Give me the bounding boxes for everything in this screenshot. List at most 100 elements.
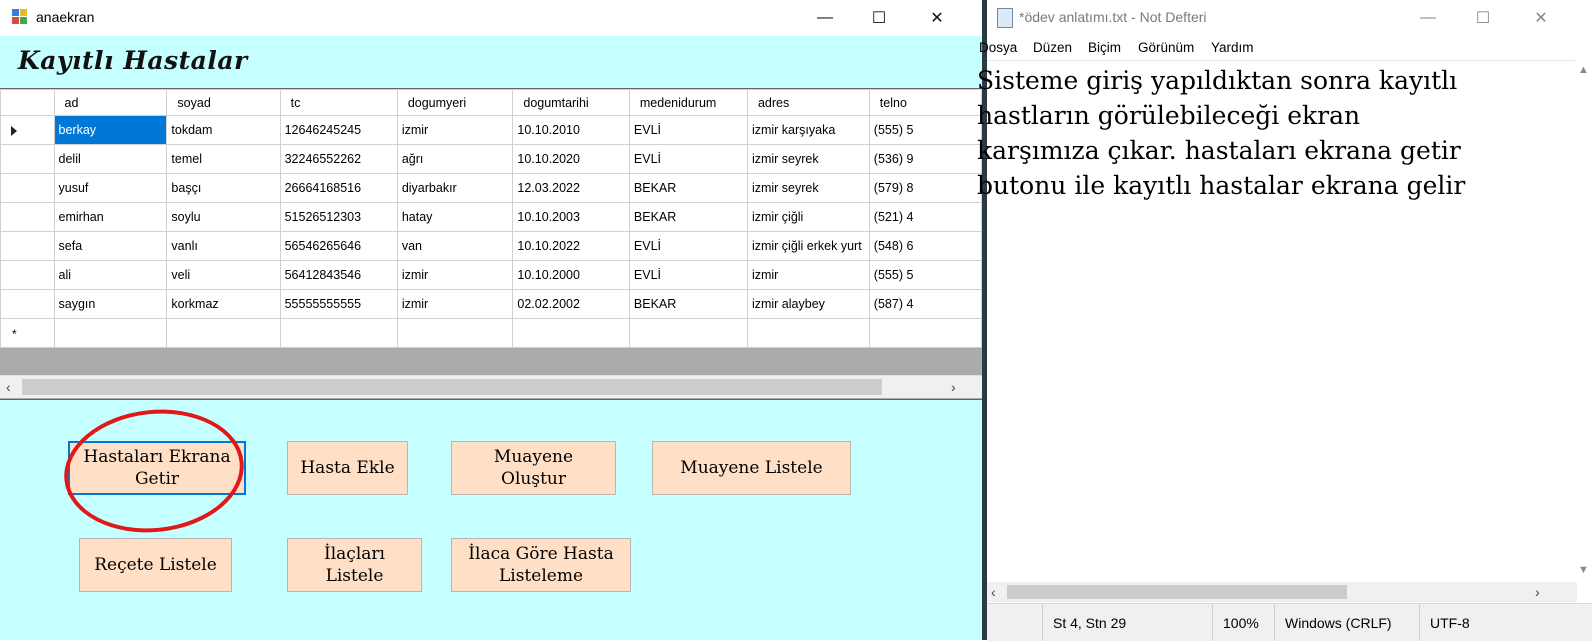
cell-ad[interactable]: sefa [53,231,168,261]
scroll-right-icon[interactable]: › [1535,584,1540,600]
cell-tc[interactable]: 56546265646 [279,231,398,261]
table-row[interactable]: saygın korkmaz 55555555555 izmir 02.02.2002 B… [0,289,982,319]
cell-dogumtarihi[interactable]: 10.10.2003 [512,202,630,232]
cell-medenidurum[interactable]: BEKAR [628,202,748,232]
cell-dogumyeri[interactable]: ağrı [396,144,514,174]
hasta-ekle-button[interactable]: Hasta Ekle [287,441,408,495]
notepad-minimize-button[interactable]: — [1399,0,1457,36]
column-header-medenidurum[interactable]: medenidurum [628,89,748,116]
minimize-button[interactable]: — [796,0,854,36]
column-header-soyad[interactable]: soyad [166,89,281,116]
row-header[interactable] [0,231,55,261]
cell-soyad[interactable]: soylu [166,202,281,232]
column-header-ad[interactable]: ad [53,89,168,116]
cell-adres[interactable]: izmir çiğli [746,202,870,232]
recete-listele-button[interactable]: Reçete Listele [79,538,232,592]
menu-dosya[interactable]: Dosya [979,40,1017,55]
cell-ad[interactable]: berkay [53,115,168,145]
cell-tc[interactable]: 12646245245 [279,115,398,145]
scroll-up-icon[interactable]: ▲ [1578,64,1589,76]
cell-dogumyeri[interactable]: izmir [396,115,514,145]
muayene-olustur-button[interactable]: Muayene Oluştur [451,441,616,495]
grid-horizontal-scrollbar[interactable]: ‹ › [0,375,982,398]
notepad-editor[interactable]: Sisteme giriş yapıldıktan sonra kayıtlı … [977,60,1577,581]
cell-soyad[interactable]: korkmaz [166,289,281,319]
cell-adres[interactable]: izmir alaybey [746,289,870,319]
notepad-title-bar[interactable]: *ödev anlatımı.txt - Not Defteri — ☐ ✕ [987,0,1592,36]
cell-soyad[interactable]: başçı [166,173,281,203]
maximize-button[interactable]: ☐ [850,0,908,36]
cell-dogumtarihi[interactable]: 12.03.2022 [512,173,630,203]
cell-dogumyeri[interactable] [396,318,514,348]
table-row[interactable]: delil temel 32246552262 ağrı 10.10.2020 EVLİ i… [0,144,982,174]
column-header-adres[interactable]: adres [746,89,870,116]
cell-dogumtarihi[interactable]: 02.02.2002 [512,289,630,319]
title-bar[interactable]: anaekran — ☐ ✕ [0,0,982,36]
scroll-left-icon[interactable]: ‹ [6,379,11,395]
scroll-down-icon[interactable]: ▼ [1578,564,1589,576]
muayene-listele-button[interactable]: Muayene Listele [652,441,851,495]
row-header[interactable]: * [0,318,55,348]
patients-grid[interactable]: ad soyad tc dogumyeri dogumtarihi medeni… [0,88,982,400]
cell-dogumyeri[interactable]: izmir [396,289,514,319]
cell-soyad[interactable] [166,318,281,348]
menu-duzen[interactable]: Düzen [1033,40,1072,55]
new-row[interactable]: * [0,318,982,348]
close-button[interactable]: ✕ [908,0,966,36]
scroll-thumb[interactable] [1007,585,1347,599]
notepad-close-button[interactable]: ✕ [1512,0,1570,36]
table-row[interactable]: ali veli 56412843546 izmir 10.10.2000 EVLİ izm… [0,260,982,290]
cell-tc[interactable]: 26664168516 [279,173,398,203]
cell-ad[interactable]: delil [53,144,168,174]
cell-dogumtarihi[interactable]: 10.10.2022 [512,231,630,261]
cell-adres[interactable]: izmir seyrek [746,173,870,203]
scroll-right-icon[interactable]: › [951,379,956,395]
cell-telno[interactable] [868,318,982,348]
cell-telno[interactable]: (587) 4 [868,289,982,319]
cell-dogumyeri[interactable]: van [396,231,514,261]
cell-soyad[interactable]: veli [166,260,281,290]
cell-tc[interactable]: 32246552262 [279,144,398,174]
cell-medenidurum[interactable]: EVLİ [628,144,748,174]
notepad-vertical-scrollbar[interactable]: ▲ ▼ [1575,60,1592,582]
cell-medenidurum[interactable]: EVLİ [628,260,748,290]
cell-medenidurum[interactable]: BEKAR [628,289,748,319]
cell-dogumtarihi[interactable] [512,318,630,348]
cell-telno[interactable]: (555) 5 [868,260,982,290]
cell-tc[interactable]: 55555555555 [279,289,398,319]
cell-tc[interactable] [279,318,398,348]
cell-ad[interactable]: yusuf [53,173,168,203]
row-header-corner[interactable] [0,89,55,116]
notepad-horizontal-scrollbar[interactable]: ‹ › [987,582,1577,602]
table-row[interactable]: berkay tokdam 12646245245 izmir 10.10.2010 EV… [0,115,982,145]
cell-dogumtarihi[interactable]: 10.10.2010 [512,115,630,145]
cell-ad[interactable]: ali [53,260,168,290]
column-header-dogumtarihi[interactable]: dogumtarihi [512,89,630,116]
cell-dogumtarihi[interactable]: 10.10.2000 [512,260,630,290]
column-header-dogumyeri[interactable]: dogumyeri [396,89,514,116]
table-row[interactable]: sefa vanlı 56546265646 van 10.10.2022 EVLİ izm… [0,231,982,261]
cell-medenidurum[interactable]: EVLİ [628,231,748,261]
cell-medenidurum[interactable]: BEKAR [628,173,748,203]
cell-adres[interactable] [746,318,870,348]
cell-telno[interactable]: (536) 9 [868,144,982,174]
cell-dogumtarihi[interactable]: 10.10.2020 [512,144,630,174]
cell-adres[interactable]: izmir karşıyaka [746,115,870,145]
cell-dogumyeri[interactable]: diyarbakır [396,173,514,203]
ilaclari-listele-button[interactable]: İlaçları Listele [287,538,422,592]
scroll-thumb[interactable] [22,379,882,395]
cell-telno[interactable]: (521) 4 [868,202,982,232]
row-header[interactable] [0,289,55,319]
cell-telno[interactable]: (548) 6 [868,231,982,261]
menu-yardim[interactable]: Yardım [1211,40,1254,55]
cell-soyad[interactable]: temel [166,144,281,174]
cell-dogumyeri[interactable]: hatay [396,202,514,232]
cell-adres[interactable]: izmir [746,260,870,290]
cell-tc[interactable]: 51526512303 [279,202,398,232]
cell-telno[interactable]: (579) 8 [868,173,982,203]
cell-soyad[interactable]: tokdam [166,115,281,145]
cell-dogumyeri[interactable]: izmir [396,260,514,290]
cell-soyad[interactable]: vanlı [166,231,281,261]
row-header[interactable] [0,144,55,174]
row-header[interactable] [0,260,55,290]
